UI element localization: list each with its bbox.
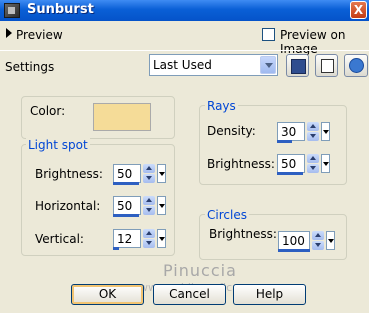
arrow-up-icon[interactable]	[143, 196, 155, 205]
rays-brightness-spinner[interactable]: 50	[277, 154, 330, 175]
preview-on-image-checkbox[interactable]	[262, 28, 275, 41]
vertical-label: Vertical:	[35, 232, 84, 246]
reset-button[interactable]	[344, 54, 368, 77]
preview-row: Preview Preview on Image	[0, 22, 369, 56]
arrow-down-icon[interactable]	[143, 174, 155, 183]
arrow-down-icon[interactable]	[307, 132, 319, 141]
horizontal-spinner[interactable]: 50	[113, 196, 166, 217]
arrow-down-icon[interactable]	[143, 206, 155, 215]
chevron-down-icon[interactable]	[321, 154, 330, 173]
arrow-up-icon[interactable]	[307, 154, 319, 163]
title-bar: Sunburst X	[0, 0, 369, 21]
color-swatch[interactable]	[93, 103, 151, 131]
preset-value: Last Used	[153, 58, 212, 72]
chevron-down-icon[interactable]	[157, 196, 166, 215]
light-spot-brightness-spinner[interactable]: 50	[113, 164, 166, 185]
color-label: Color:	[30, 104, 66, 118]
help-button[interactable]: Help	[233, 284, 306, 305]
arrow-up-icon[interactable]	[312, 231, 324, 240]
horizontal-label: Horizontal:	[35, 199, 101, 213]
level-bar	[113, 182, 139, 185]
close-button[interactable]: X	[350, 1, 367, 19]
spin-input[interactable]: 50	[113, 196, 141, 215]
arrow-down-icon[interactable]	[307, 164, 319, 173]
window-title: Sunburst	[27, 2, 94, 17]
density-label: Density:	[207, 124, 256, 138]
spin-input[interactable]: 50	[277, 154, 305, 173]
arrow-up-icon[interactable]	[143, 229, 155, 238]
level-bar	[277, 140, 292, 143]
arrow-up-icon[interactable]	[307, 122, 319, 131]
app-icon	[4, 3, 20, 18]
level-bar	[277, 172, 303, 175]
circles-title: Circles	[205, 208, 249, 222]
watermark-name: Pinuccia	[163, 261, 237, 280]
chevron-down-icon[interactable]	[157, 164, 166, 183]
cancel-button[interactable]: Cancel	[153, 284, 226, 305]
light-spot-brightness-label: Brightness:	[35, 167, 103, 181]
spin-input[interactable]: 50	[113, 164, 141, 183]
arrow-down-icon[interactable]	[143, 239, 155, 248]
light-spot-title: Light spot	[26, 138, 90, 152]
settings-row: Settings Last Used	[0, 50, 369, 82]
circles-brightness-spinner[interactable]: 100	[278, 231, 335, 252]
expand-arrow-icon[interactable]	[6, 28, 12, 38]
spin-input[interactable]: 12	[113, 229, 141, 248]
chevron-down-icon[interactable]	[260, 56, 276, 74]
randomize-button[interactable]	[315, 54, 338, 77]
ok-button[interactable]: OK	[71, 284, 144, 305]
rays-brightness-label: Brightness:	[207, 157, 275, 171]
arrow-up-icon[interactable]	[143, 164, 155, 173]
spin-input[interactable]: 100	[278, 231, 310, 250]
circles-brightness-label: Brightness:	[209, 227, 277, 241]
level-bar	[113, 214, 139, 217]
chevron-down-icon[interactable]	[326, 231, 335, 250]
vertical-spinner[interactable]: 12	[113, 229, 166, 250]
chevron-down-icon[interactable]	[321, 122, 330, 141]
level-bar	[278, 249, 310, 252]
chevron-down-icon[interactable]	[157, 229, 166, 248]
level-bar	[113, 247, 119, 250]
density-spinner[interactable]: 30	[277, 122, 330, 143]
preview-label[interactable]: Preview	[16, 28, 63, 42]
settings-label: Settings	[5, 60, 55, 74]
arrow-down-icon[interactable]	[312, 241, 324, 250]
rays-title: Rays	[205, 99, 238, 113]
spin-input[interactable]: 30	[277, 122, 305, 141]
save-preset-button[interactable]	[286, 54, 309, 77]
preset-dropdown[interactable]: Last Used	[149, 54, 278, 76]
